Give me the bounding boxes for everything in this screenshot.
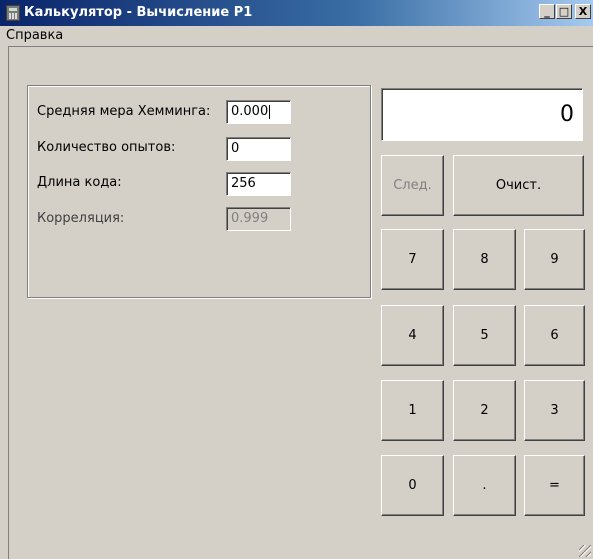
menu-help[interactable]: Справка	[6, 28, 63, 43]
correlation-label: Корреляция:	[37, 211, 125, 226]
close-button[interactable]: X	[575, 4, 591, 19]
key-decimal[interactable]: .	[453, 455, 516, 516]
key-1[interactable]: 1	[381, 380, 444, 441]
calculator-icon	[6, 5, 20, 21]
code-length-label: Длина кода:	[37, 175, 122, 190]
trials-label: Количество опытов:	[37, 140, 176, 155]
menu-bar: Справка	[0, 26, 593, 46]
key-9[interactable]: 9	[524, 229, 585, 290]
window-title: Калькулятор - Вычисление Р1	[24, 5, 253, 20]
key-8[interactable]: 8	[453, 229, 516, 290]
text-caret	[269, 104, 271, 119]
code-length-input[interactable]: 256	[226, 172, 291, 196]
trials-input[interactable]: 0	[226, 137, 291, 161]
next-button: След.	[381, 155, 444, 216]
title-bar[interactable]: Калькулятор - Вычисление Р1 _ □ X	[0, 0, 593, 26]
key-0[interactable]: 0	[381, 455, 444, 516]
correlation-input: 0.999	[226, 207, 291, 231]
key-4[interactable]: 4	[381, 305, 444, 366]
calculator-display: 0	[381, 88, 583, 141]
hamming-input[interactable]: 0.000	[226, 100, 291, 124]
clear-button[interactable]: Очист.	[453, 155, 584, 216]
key-5[interactable]: 5	[453, 305, 516, 366]
key-6[interactable]: 6	[524, 305, 585, 366]
key-equals[interactable]: =	[524, 455, 585, 516]
key-7[interactable]: 7	[381, 229, 444, 290]
minimize-button[interactable]: _	[539, 4, 555, 19]
key-3[interactable]: 3	[524, 380, 585, 441]
maximize-button[interactable]: □	[556, 4, 572, 19]
key-2[interactable]: 2	[453, 380, 516, 441]
hamming-label: Средняя мера Хемминга:	[37, 104, 211, 119]
resize-grip[interactable]	[579, 545, 591, 557]
